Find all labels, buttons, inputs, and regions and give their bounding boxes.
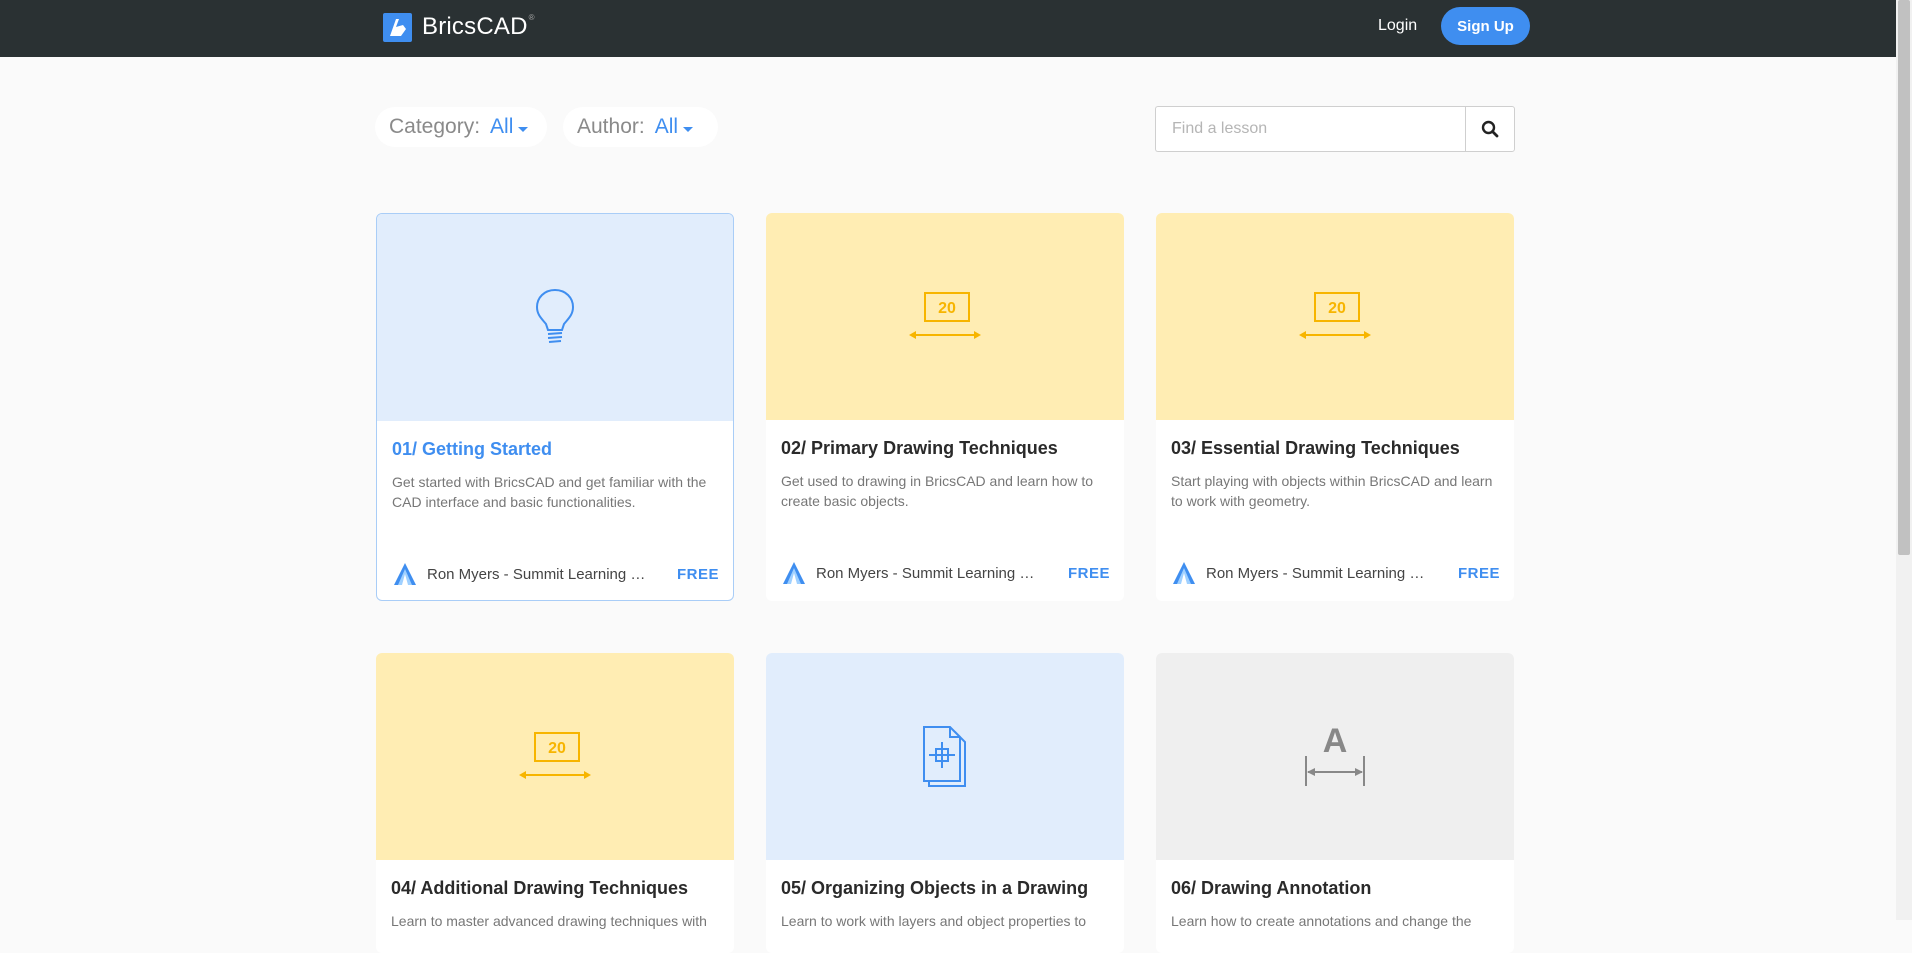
lesson-thumbnail[interactable]: 20 <box>1156 213 1514 420</box>
lesson-title[interactable]: 05/ Organizing Objects in a Drawing <box>781 878 1109 899</box>
lesson-description: Learn to work with layers and object pro… <box>781 913 1087 929</box>
author-filter-label: Author: <box>577 115 645 138</box>
lesson-description: Get started with BricsCAD and get famili… <box>392 474 707 510</box>
lesson-card[interactable]: 01/ Getting Started Get started with Bri… <box>376 213 734 601</box>
lesson-title[interactable]: 04/ Additional Drawing Techniques <box>391 878 719 899</box>
dimension-icon-text: 20 <box>938 300 956 317</box>
lesson-title[interactable]: 03/ Essential Drawing Techniques <box>1171 438 1499 459</box>
caret-down-icon <box>683 126 694 132</box>
lightbulb-icon <box>535 288 575 343</box>
price-badge: FREE <box>1457 564 1500 582</box>
lesson-thumbnail[interactable] <box>377 214 733 421</box>
lesson-card[interactable]: 20 02/ Primary Drawing Techniques Get us… <box>766 213 1124 601</box>
author-filter-value[interactable]: All <box>655 115 678 139</box>
annotation-icon: A <box>1305 722 1365 786</box>
lesson-description: Learn to master advanced drawing techniq… <box>391 913 707 929</box>
lesson-title[interactable]: 01/ Getting Started <box>392 439 718 460</box>
sign-up-button[interactable]: Sign Up <box>1441 7 1530 45</box>
document-layers-icon <box>923 725 966 787</box>
author-name[interactable]: Ron Myers - Summit Learning & Consulting <box>1206 565 1432 582</box>
lesson-card[interactable]: 20 04/ Additional Drawing Techniques Lea… <box>376 653 734 953</box>
lesson-card[interactable]: 05/ Organizing Objects in a Drawing Lear… <box>766 653 1124 953</box>
lesson-card[interactable]: A 06/ Drawing Annotation Learn how to cr… <box>1156 653 1514 953</box>
lesson-thumbnail[interactable]: 20 <box>766 213 1124 420</box>
author-avatar-icon <box>783 562 805 584</box>
lesson-description: Get used to drawing in BricsCAD and lear… <box>781 473 1094 509</box>
author-name[interactable]: Ron Myers - Summit Learning & Consulting <box>427 566 653 583</box>
price-badge: FREE <box>676 565 719 583</box>
dimension-icon-text: 20 <box>1328 300 1346 317</box>
category-filter-value[interactable]: All <box>490 115 513 139</box>
price-badge: FREE <box>1067 564 1110 582</box>
lesson-thumbnail[interactable]: 20 <box>376 653 734 860</box>
lesson-card[interactable]: 20 03/ Essential Drawing Techniques Star… <box>1156 213 1514 601</box>
author-filter-dropdown[interactable]: Author: All <box>563 107 718 147</box>
caret-down-icon <box>518 126 529 132</box>
lesson-description: Start playing with objects within BricsC… <box>1171 473 1493 509</box>
search-button[interactable] <box>1465 106 1515 152</box>
lesson-description: Learn how to create annotations and chan… <box>1171 913 1472 929</box>
brand-name: BricsCAD <box>422 13 528 40</box>
dimension-icon: 20 <box>909 291 981 339</box>
bricscad-logo-icon <box>383 12 412 42</box>
lesson-thumbnail[interactable]: A <box>1156 653 1514 860</box>
dimension-icon-text: 20 <box>548 740 566 757</box>
category-filter-label: Category: <box>389 115 481 138</box>
scrollbar-thumb[interactable] <box>1898 0 1910 555</box>
author-avatar-icon <box>394 563 416 585</box>
lesson-title[interactable]: 06/ Drawing Annotation <box>1171 878 1499 899</box>
login-link[interactable]: Login <box>1378 17 1417 35</box>
search-input[interactable] <box>1155 106 1465 152</box>
dimension-icon: 20 <box>1299 291 1371 339</box>
author-avatar-icon <box>1173 562 1195 584</box>
lesson-thumbnail[interactable] <box>766 653 1124 860</box>
annotation-icon-text: A <box>1323 722 1348 760</box>
registered-mark: ® <box>528 12 535 22</box>
lesson-title[interactable]: 02/ Primary Drawing Techniques <box>781 438 1109 459</box>
top-navbar: BricsCAD ® Login Sign Up <box>0 0 1896 57</box>
brand[interactable]: BricsCAD ® <box>383 12 535 42</box>
category-filter-dropdown[interactable]: Category: All <box>375 107 547 147</box>
dimension-icon: 20 <box>519 731 591 779</box>
search-icon <box>1481 120 1499 138</box>
author-name[interactable]: Ron Myers - Summit Learning & Consulting <box>816 565 1042 582</box>
